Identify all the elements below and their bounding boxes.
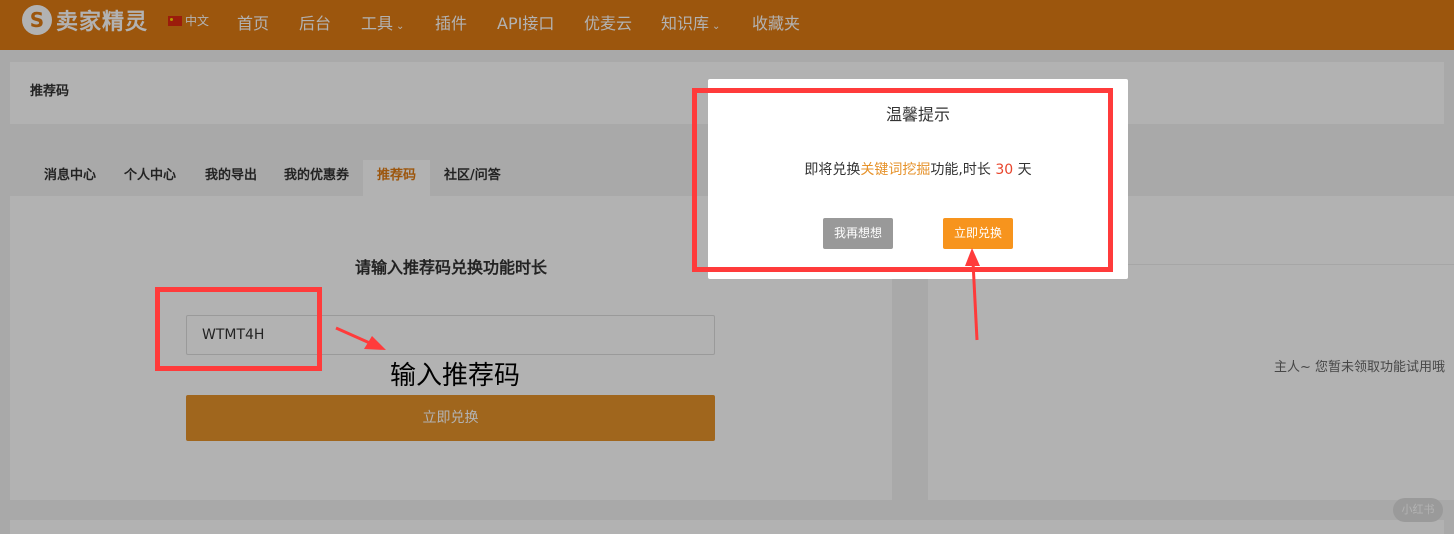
arrow-to-confirm-line [971,261,979,341]
arrow-to-input-line [335,326,373,346]
annotation-arrows [335,248,980,350]
arrow-to-confirm-head [965,248,980,266]
